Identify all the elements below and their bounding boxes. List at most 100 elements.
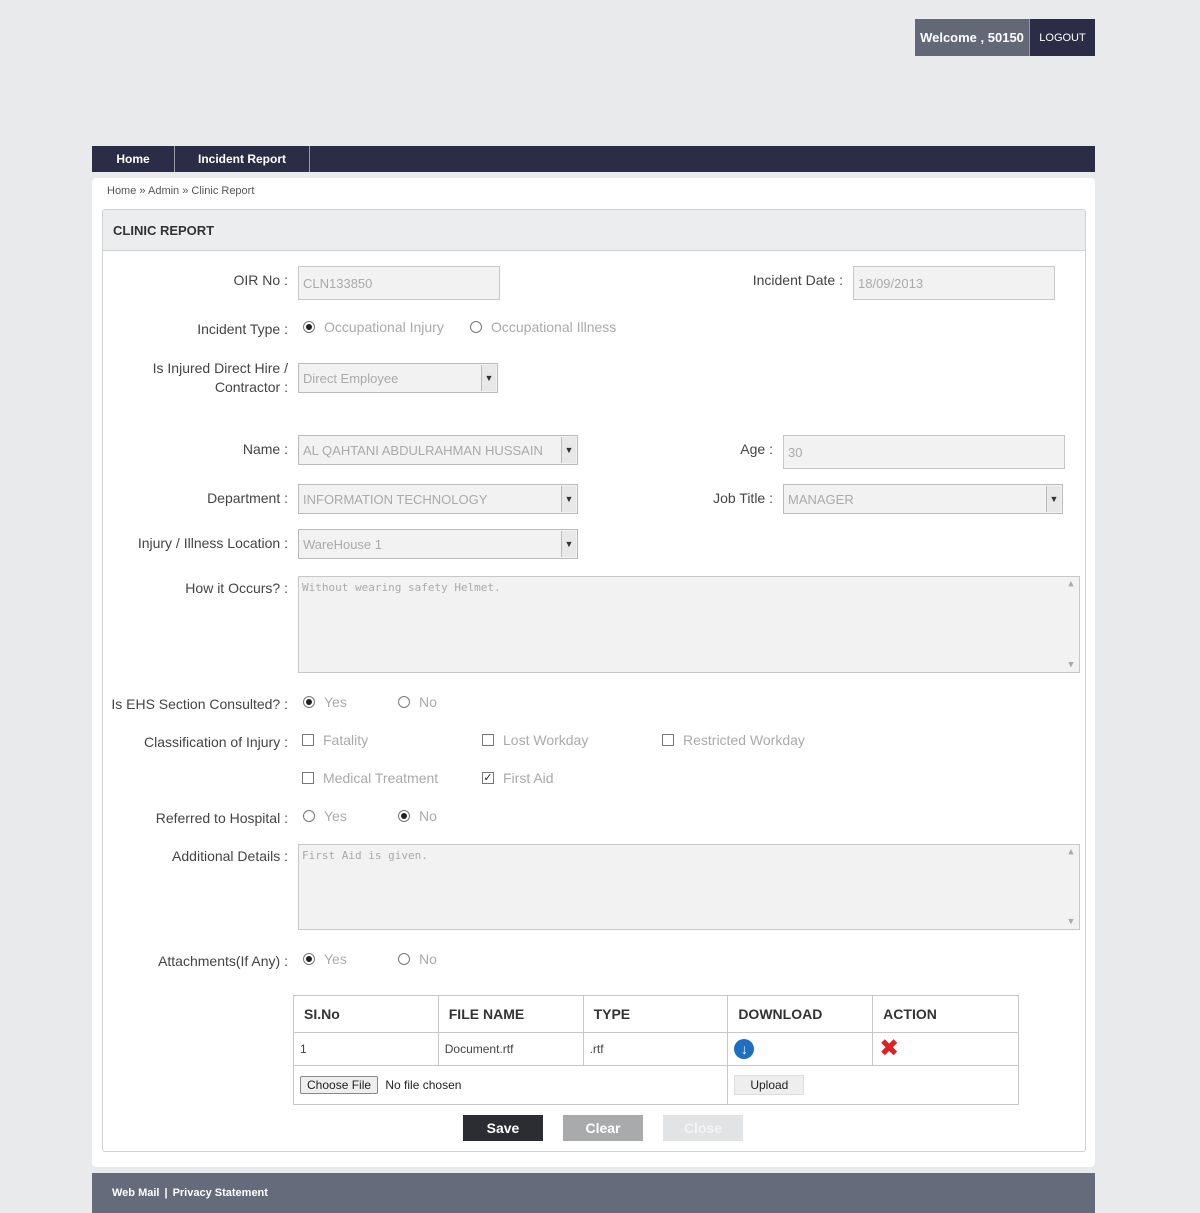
scrollbar[interactable]: ▲ ▼ — [1065, 579, 1077, 670]
incident-type-illness-radio[interactable]: Occupational Illness — [470, 319, 616, 335]
option-label: Yes — [324, 808, 347, 824]
column-header: ACTION — [872, 995, 1019, 1033]
clear-button[interactable]: Clear — [563, 1115, 643, 1141]
how-textarea[interactable]: Without wearing safety Helmet. ▲ ▼ — [298, 576, 1080, 673]
checkbox-icon — [482, 734, 494, 746]
hospital-yes-radio[interactable]: Yes — [303, 808, 347, 824]
cell-file-name: Document.rtf — [437, 1032, 584, 1066]
upload-button[interactable]: Upload — [734, 1075, 805, 1095]
name-select[interactable]: AL QAHTANI ABDULRAHMAN HUSSAIN ▼ — [298, 435, 578, 465]
textarea-value: First Aid is given. — [302, 849, 428, 862]
department-select[interactable]: INFORMATION TECHNOLOGY ▼ — [298, 484, 578, 514]
oir-no-label: OIR No : — [233, 272, 288, 288]
hospital-no-radio[interactable]: No — [398, 808, 437, 824]
incident-date-input[interactable]: 18/09/2013 — [853, 266, 1055, 300]
breadcrumb-separator: » — [182, 185, 189, 197]
scroll-down-icon: ▼ — [1068, 917, 1074, 927]
option-label: Restricted Workday — [683, 732, 805, 748]
breadcrumb-separator: » — [139, 185, 146, 197]
table-header-row: SI.No FILE NAME TYPE DOWNLOAD ACTION — [293, 995, 1019, 1033]
attachments-table: SI.No FILE NAME TYPE DOWNLOAD ACTION 1 D… — [292, 995, 1019, 1105]
option-label: Medical Treatment — [323, 770, 439, 786]
direct-hire-select[interactable]: Direct Employee ▼ — [298, 363, 498, 393]
textarea-value: Without wearing safety Helmet. — [302, 581, 501, 594]
radio-icon — [470, 321, 482, 333]
scroll-up-icon: ▲ — [1068, 579, 1074, 589]
close-button[interactable]: Close — [663, 1115, 743, 1141]
option-label: No — [419, 808, 437, 824]
additional-textarea[interactable]: First Aid is given. ▲ ▼ — [298, 844, 1080, 930]
radio-selected-icon — [398, 810, 410, 822]
option-label: Lost Workday — [503, 732, 589, 748]
file-picker-cell: Choose File No file chosen — [292, 1065, 729, 1105]
upload-cell: Upload — [727, 1065, 1019, 1105]
web-mail-link[interactable]: Web Mail — [112, 1187, 159, 1199]
age-label: Age : — [740, 441, 773, 457]
chevron-down-icon: ▼ — [561, 437, 576, 463]
chevron-down-icon: ▼ — [561, 531, 576, 557]
ehs-yes-radio[interactable]: Yes — [303, 694, 347, 710]
oir-no-input[interactable]: CLN133850 — [298, 266, 500, 300]
medical-treatment-checkbox[interactable]: Medical Treatment — [302, 770, 438, 786]
save-button[interactable]: Save — [463, 1115, 543, 1141]
select-value: Direct Employee — [303, 370, 399, 386]
incident-date-label: Incident Date : — [752, 272, 843, 288]
checkbox-icon — [662, 734, 674, 746]
option-label: No — [419, 951, 437, 967]
logout-button[interactable]: LOGOUT — [1029, 19, 1095, 56]
age-input[interactable]: 30 — [783, 435, 1065, 469]
checkmark-icon: ✓ — [482, 771, 494, 784]
breadcrumb-home[interactable]: Home — [107, 185, 136, 197]
form-title: CLINIC REPORT — [103, 210, 1085, 251]
incident-type-label: Incident Type : — [197, 321, 288, 337]
ehs-no-radio[interactable]: No — [398, 694, 437, 710]
attachments-yes-radio[interactable]: Yes — [303, 951, 347, 967]
hospital-label: Referred to Hospital : — [155, 810, 288, 826]
radio-icon — [398, 953, 410, 965]
scroll-down-icon: ▼ — [1068, 660, 1074, 670]
scrollbar[interactable]: ▲ ▼ — [1065, 847, 1077, 927]
option-label: Occupational Illness — [491, 319, 617, 335]
label-line: Is Injured Direct Hire / — [152, 360, 288, 376]
first-aid-checkbox[interactable]: ✓ First Aid — [482, 770, 554, 786]
nav-incident-report[interactable]: Incident Report — [175, 146, 310, 172]
radio-icon — [398, 696, 410, 708]
select-value: MANAGER — [788, 491, 854, 507]
choose-file-button[interactable]: Choose File — [300, 1076, 379, 1094]
welcome-text: Welcome , 50150 — [915, 19, 1029, 56]
restricted-workday-checkbox[interactable]: Restricted Workday — [662, 732, 805, 748]
download-icon[interactable]: ↓ — [734, 1039, 755, 1059]
option-label: Occupational Injury — [324, 319, 444, 335]
option-label: First Aid — [503, 770, 554, 786]
radio-selected-icon — [303, 953, 315, 965]
how-label: How it Occurs? : — [185, 580, 288, 596]
chevron-down-icon: ▼ — [481, 365, 496, 391]
option-label: No — [419, 694, 437, 710]
cell-action: ✖ — [872, 1032, 1019, 1066]
direct-hire-label: Is Injured Direct Hire / Contractor : — [100, 359, 288, 397]
breadcrumb-admin[interactable]: Admin — [148, 185, 179, 197]
ehs-label: Is EHS Section Consulted? : — [111, 696, 288, 712]
breadcrumb: Home » Admin » Clinic Report — [107, 185, 254, 197]
nav-home[interactable]: Home — [92, 146, 175, 172]
privacy-statement-link[interactable]: Privacy Statement — [173, 1187, 268, 1199]
chevron-down-icon: ▼ — [561, 486, 576, 512]
radio-icon — [303, 810, 315, 822]
location-select[interactable]: WareHouse 1 ▼ — [298, 529, 578, 559]
column-header: DOWNLOAD — [727, 995, 874, 1033]
attachments-no-radio[interactable]: No — [398, 951, 437, 967]
incident-type-injury-radio[interactable]: Occupational Injury — [303, 319, 444, 335]
cell-download: ↓ — [727, 1032, 874, 1066]
lost-workday-checkbox[interactable]: Lost Workday — [482, 732, 588, 748]
job-title-label: Job Title : — [713, 490, 773, 506]
breadcrumb-current: Clinic Report — [191, 185, 255, 197]
chevron-down-icon: ▼ — [1046, 486, 1061, 512]
select-value: INFORMATION TECHNOLOGY — [303, 491, 488, 507]
radio-selected-icon — [303, 321, 315, 333]
job-title-select[interactable]: MANAGER ▼ — [783, 484, 1063, 514]
name-label: Name : — [242, 441, 288, 457]
column-header: SI.No — [293, 995, 439, 1033]
delete-icon[interactable]: ✖ — [879, 1037, 899, 1061]
select-value: WareHouse 1 — [303, 536, 382, 552]
fatality-checkbox[interactable]: Fatality — [302, 732, 368, 748]
